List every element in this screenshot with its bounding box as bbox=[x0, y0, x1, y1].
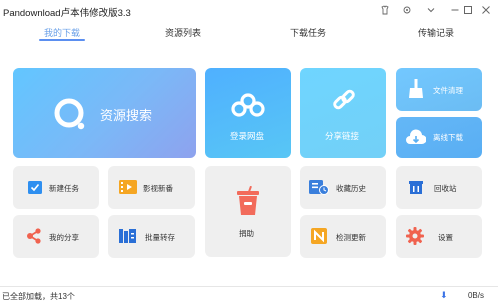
broom-icon bbox=[409, 79, 423, 98]
tab-transfer-records[interactable]: 传输记录 bbox=[418, 26, 454, 39]
cloud-icon bbox=[231, 93, 265, 117]
new-task-icon bbox=[28, 181, 42, 194]
batch-transfer-tile-label: 批量转存 bbox=[145, 233, 175, 242]
download-speed: 0B/s bbox=[467, 291, 484, 300]
tab-my-download[interactable]: 我的下载 bbox=[44, 26, 80, 39]
check-update-tile-label: 检测更新 bbox=[336, 233, 366, 242]
offline-download-tile-label: 离线下载 bbox=[433, 133, 463, 142]
history-icon bbox=[309, 180, 329, 195]
tab-download-tasks[interactable]: 下载任务 bbox=[290, 26, 326, 39]
tab-resource-list[interactable]: 资源列表 bbox=[165, 26, 201, 39]
skin-icon[interactable] bbox=[377, 2, 393, 18]
share-link-tile[interactable]: 分享链接 bbox=[300, 68, 386, 158]
login-tile[interactable]: 登录网盘 bbox=[205, 68, 291, 158]
chevron-down-icon[interactable] bbox=[423, 2, 439, 18]
search-icon bbox=[54, 98, 85, 130]
movies-tile-label: 影视新番 bbox=[143, 184, 173, 193]
my-share-tile-label: 我的分享 bbox=[49, 233, 79, 242]
favorites-tile[interactable]: 收藏历史 bbox=[300, 166, 386, 209]
offline-download-tile[interactable]: 离线下载 bbox=[396, 117, 482, 158]
close-icon[interactable] bbox=[478, 2, 494, 18]
recycle-bin-icon bbox=[409, 181, 423, 194]
active-tab-indicator bbox=[39, 39, 85, 41]
login-tile-label: 登录网盘 bbox=[230, 131, 265, 141]
search-tile-label: 资源搜索 bbox=[100, 108, 153, 123]
status-bar: 已全部加载，共13个 ⬇ 0B/s bbox=[0, 286, 498, 307]
movies-tile[interactable]: 影视新番 bbox=[108, 166, 195, 209]
update-icon bbox=[311, 228, 327, 244]
favorites-tile-label: 收藏历史 bbox=[336, 184, 366, 193]
gear-icon bbox=[406, 227, 424, 245]
status-text: 已全部加载，共13个 bbox=[2, 292, 75, 301]
recycle-tile[interactable]: 回收站 bbox=[396, 166, 482, 209]
file-clean-tile-label: 文件清理 bbox=[433, 86, 463, 95]
recycle-tile-label: 回收站 bbox=[434, 184, 457, 193]
my-share-tile[interactable]: 我的分享 bbox=[13, 215, 99, 258]
title-bar: Pandownload卢本伟修改版3.3 bbox=[0, 0, 498, 20]
batch-icon bbox=[119, 229, 136, 243]
search-tile[interactable]: 资源搜索 bbox=[13, 68, 196, 158]
settings-tile[interactable]: 设置 bbox=[396, 215, 482, 258]
share-icon bbox=[27, 228, 41, 244]
film-icon bbox=[119, 180, 137, 194]
new-task-tile[interactable]: 新建任务 bbox=[13, 166, 99, 209]
donate-tile[interactable]: 捐助 bbox=[205, 166, 291, 257]
new-task-tile-label: 新建任务 bbox=[49, 184, 79, 193]
batch-transfer-tile[interactable]: 批量转存 bbox=[108, 215, 195, 258]
file-clean-tile[interactable]: 文件清理 bbox=[396, 68, 482, 111]
donate-tile-label: 捐助 bbox=[239, 229, 254, 238]
download-speed-icon: ⬇ bbox=[440, 290, 448, 300]
settings-menu-icon[interactable] bbox=[399, 2, 415, 18]
cup-icon bbox=[237, 186, 259, 215]
share-link-tile-label: 分享链接 bbox=[325, 131, 360, 141]
link-icon bbox=[333, 89, 355, 110]
check-update-tile[interactable]: 检测更新 bbox=[300, 215, 386, 258]
window-title: Pandownload卢本伟修改版3.3 bbox=[3, 8, 131, 19]
settings-tile-label: 设置 bbox=[438, 233, 453, 242]
cloud-download-icon bbox=[406, 129, 426, 144]
maximize-icon[interactable] bbox=[460, 2, 476, 18]
